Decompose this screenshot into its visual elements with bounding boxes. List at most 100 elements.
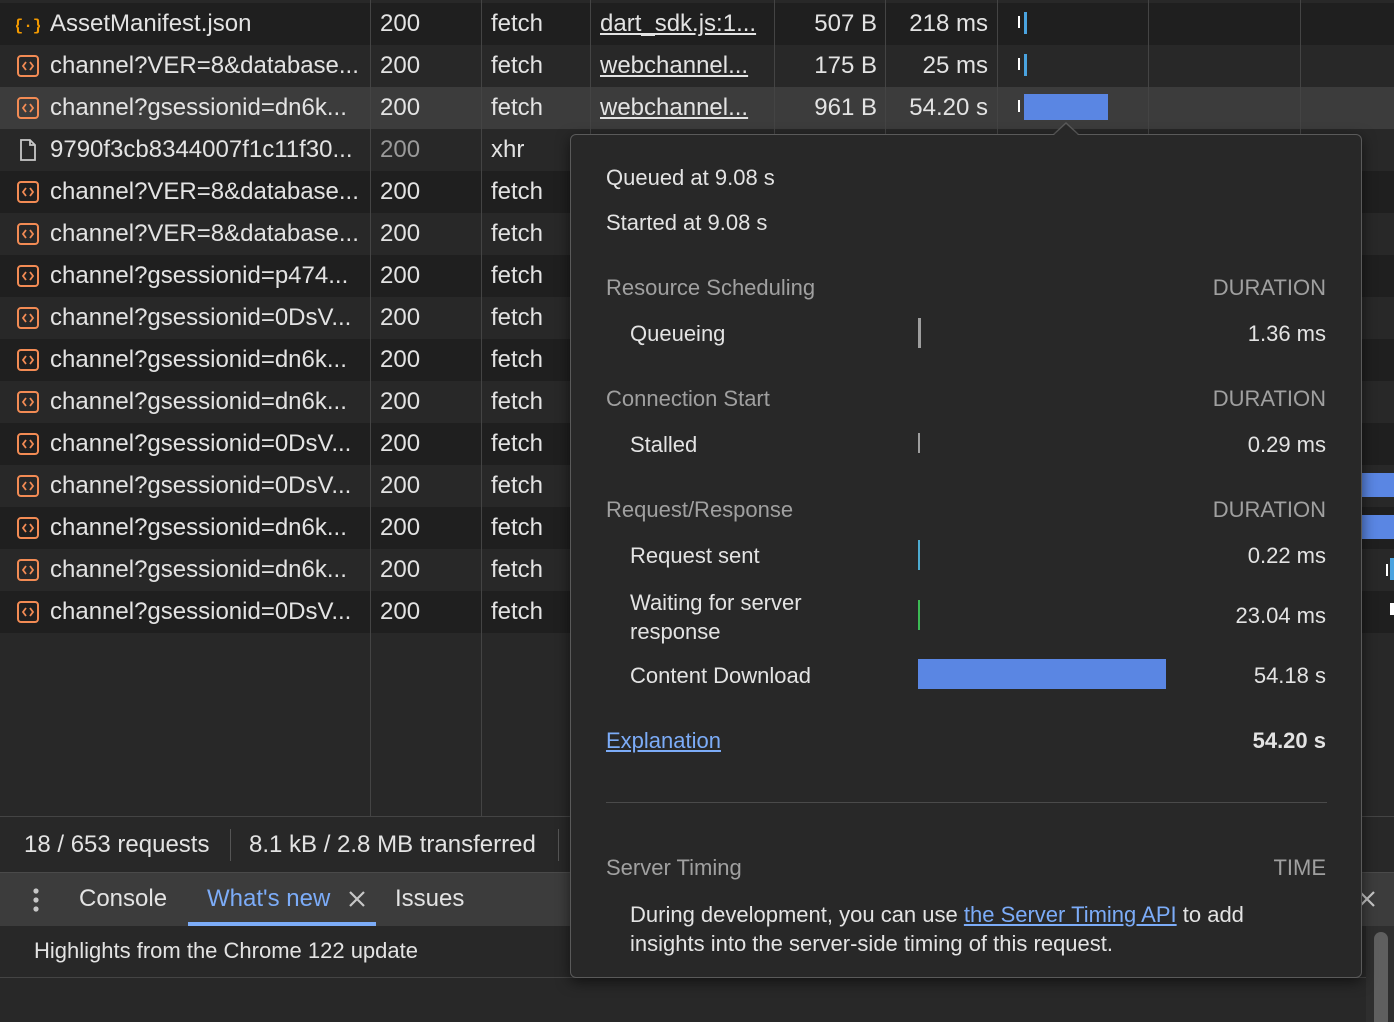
fetch-request-icon [17, 601, 39, 623]
time-header: TIME [1273, 855, 1326, 880]
close-icon[interactable] [348, 890, 366, 908]
total-duration: 54.20 s [1252, 728, 1326, 753]
tab-whats-new[interactable]: What's new [207, 885, 330, 913]
scrollbar[interactable] [1366, 926, 1394, 1022]
request-status: 200 [380, 94, 421, 121]
duration-header: DURATION [1212, 386, 1326, 411]
request-name[interactable]: channel?gsessionid=dn6k... [50, 339, 364, 381]
section-title: Request/Response [606, 497, 794, 522]
request-status: 200 [380, 178, 421, 205]
request-name[interactable]: channel?gsessionid=dn6k... [50, 507, 364, 549]
waterfall-bar[interactable] [1024, 12, 1027, 34]
request-type: fetch [491, 52, 544, 79]
request-initiator-link[interactable]: webchannel... [600, 45, 766, 87]
request-type: fetch [491, 94, 544, 121]
timing-popover: Queued at 9.08 s Started at 9.08 s Resou… [570, 134, 1362, 978]
tab-console[interactable]: Console [79, 885, 167, 913]
request-initiator-link[interactable]: dart_sdk.js:1... [600, 3, 766, 45]
fetch-request-icon [17, 181, 39, 203]
waterfall-bar[interactable] [1360, 473, 1394, 497]
request-count: 18 / 653 requests [24, 831, 210, 858]
request-time: 25 ms [922, 52, 988, 79]
request-name[interactable]: channel?gsessionid=p474... [50, 255, 364, 297]
request-time: 218 ms [909, 10, 988, 37]
phase-bar-request-sent [918, 540, 920, 570]
request-name[interactable]: channel?gsessionid=0DsV... [50, 297, 364, 339]
request-name[interactable]: channel?VER=8&database... [50, 171, 364, 213]
fetch-request-icon [17, 559, 39, 581]
explanation-link[interactable]: Explanation [606, 728, 721, 754]
transfer-size: 8.1 kB / 2.8 MB transferred [249, 831, 536, 858]
request-size: 507 B [814, 10, 877, 37]
server-timing-title: Server Timing [606, 855, 742, 880]
started-at: Started at 9.08 s [606, 210, 768, 235]
request-name[interactable]: channel?gsessionid=0DsV... [50, 591, 364, 633]
fetch-request-icon [17, 517, 39, 539]
phase-label: Queueing [630, 321, 726, 346]
request-name[interactable]: channel?gsessionid=0DsV... [50, 465, 364, 507]
request-status: 200 [380, 430, 421, 457]
popover-arrow-inner [1054, 124, 1078, 135]
queued-at: Queued at 9.08 s [606, 165, 775, 190]
waterfall-bar[interactable] [1018, 16, 1020, 28]
duration-header: DURATION [1212, 275, 1326, 300]
duration-header: DURATION [1212, 497, 1326, 522]
waterfall-bar[interactable] [1390, 603, 1394, 615]
fetch-request-icon [17, 97, 39, 119]
request-initiator-link[interactable]: webchannel... [600, 87, 766, 129]
waterfall-bar[interactable] [1386, 564, 1388, 576]
request-status: 200 [380, 136, 421, 163]
fetch-request-icon [17, 349, 39, 371]
tab-issues[interactable]: Issues [395, 885, 464, 913]
request-time: 54.20 s [909, 94, 988, 121]
request-status: 200 [380, 388, 421, 415]
phase-label: Waiting for server response [630, 590, 802, 644]
request-name[interactable]: channel?gsessionid=dn6k... [50, 549, 364, 591]
phase-label: Content Download [630, 663, 812, 688]
request-status: 200 [380, 304, 421, 331]
request-name[interactable]: channel?gsessionid=dn6k... [50, 381, 364, 423]
fetch-request-icon [17, 265, 39, 287]
table-row[interactable]: channel?gsessionid=dn6k... 200 fetch webcha… [0, 87, 1394, 129]
request-name[interactable]: channel?gsessionid=0DsV... [50, 423, 364, 465]
server-timing-api-link[interactable]: the Server Timing API [964, 902, 1177, 927]
json-file-icon: {·} [16, 17, 40, 35]
column-divider [370, 0, 371, 816]
request-size: 175 B [814, 52, 877, 79]
document-icon [20, 139, 36, 161]
request-status: 200 [380, 220, 421, 247]
more-vertical-icon[interactable] [30, 887, 42, 913]
phase-duration: 0.29 ms [1247, 432, 1326, 457]
waterfall-bar[interactable] [1024, 54, 1027, 76]
section-title: Resource Scheduling [606, 275, 816, 300]
section-title: Connection Start [606, 386, 770, 411]
fetch-request-icon [17, 55, 39, 77]
request-name[interactable]: AssetManifest.json [50, 3, 364, 45]
waterfall-bar[interactable] [1360, 515, 1394, 539]
request-name[interactable]: channel?VER=8&database... [50, 213, 364, 255]
phase-duration: 54.18 s [1253, 663, 1326, 688]
phase-bar-content-download [918, 659, 1166, 689]
waterfall-bar[interactable] [1018, 58, 1020, 70]
request-name[interactable]: 9790f3cb8344007f1c11f30... [50, 129, 364, 171]
phase-bar-queueing [918, 318, 921, 348]
fetch-request-icon [17, 307, 39, 329]
waterfall-bar[interactable] [1024, 94, 1108, 120]
request-status: 200 [380, 598, 421, 625]
scrollbar-thumb[interactable] [1374, 932, 1388, 1022]
request-status: 200 [380, 10, 421, 37]
table-row[interactable]: channel?VER=8&database... 200 fetch webchan… [0, 45, 1394, 87]
request-status: 200 [380, 346, 421, 373]
phase-label: Stalled [630, 432, 698, 457]
phase-bar-waiting [918, 600, 920, 630]
request-name[interactable]: channel?VER=8&database... [50, 45, 364, 87]
request-size: 961 B [814, 94, 877, 121]
phase-duration: 23.04 ms [1235, 603, 1327, 628]
fetch-request-icon [17, 433, 39, 455]
waterfall-bar[interactable] [1390, 558, 1394, 580]
table-row[interactable]: {·} AssetManifest.json 200 fetch dart_sdk.js… [0, 3, 1394, 45]
waterfall-bar[interactable] [1018, 100, 1020, 112]
request-name[interactable]: channel?gsessionid=dn6k... [50, 87, 364, 129]
column-divider [481, 0, 482, 816]
fetch-request-icon [17, 391, 39, 413]
